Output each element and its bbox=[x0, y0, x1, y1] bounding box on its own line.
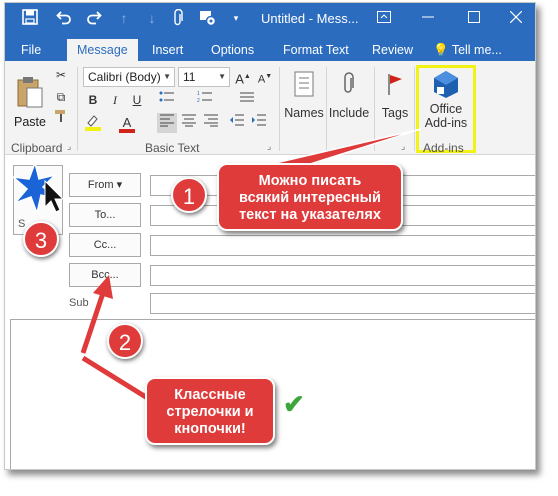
clipboard-group-label: Clipboard bbox=[11, 141, 63, 155]
attach-icon[interactable] bbox=[169, 8, 187, 27]
number-badge-3: 3 bbox=[23, 221, 59, 257]
bold-button[interactable]: B bbox=[83, 90, 103, 110]
bcc-field[interactable] bbox=[150, 265, 535, 286]
save-icon[interactable] bbox=[21, 9, 39, 27]
underline-button[interactable]: U bbox=[127, 90, 147, 110]
subject-label: Sub bbox=[69, 297, 89, 309]
tab-insert[interactable]: Insert bbox=[152, 39, 183, 61]
cc-field[interactable] bbox=[150, 235, 535, 256]
basic-text-launcher-icon[interactable]: ⌟ bbox=[267, 141, 271, 152]
tab-format-text[interactable]: Format Text bbox=[283, 39, 349, 61]
chevron-down-icon: ▼ bbox=[163, 72, 171, 81]
tab-review[interactable]: Review bbox=[372, 39, 413, 61]
svg-text:1: 1 bbox=[197, 91, 200, 97]
redo-icon[interactable] bbox=[85, 9, 103, 27]
up-arrow-icon[interactable]: ↑ bbox=[115, 9, 133, 27]
numbering-icon[interactable]: 12 bbox=[195, 90, 215, 110]
highlight-icon[interactable] bbox=[83, 113, 103, 133]
bullets-icon[interactable] bbox=[157, 90, 177, 110]
office-addins-icon bbox=[431, 69, 461, 102]
tags-button[interactable]: Tags bbox=[377, 67, 413, 123]
outlook-message-window: ↑ ↓ ▾ Untitled - Mess... File Message In… bbox=[4, 2, 536, 470]
chevron-down-icon: ▼ bbox=[218, 72, 226, 81]
lightbulb-icon: 💡 bbox=[433, 43, 449, 57]
grow-font-icon[interactable]: A▲ bbox=[233, 67, 253, 87]
from-button[interactable]: From ▾ bbox=[69, 173, 141, 197]
number-badge-1: 1 bbox=[171, 177, 207, 213]
addins-group-label: Add-ins bbox=[423, 141, 464, 155]
customize-quick-access-icon[interactable]: ▾ bbox=[227, 9, 245, 27]
callout-top: Можно писать всякий интересный текст на … bbox=[217, 163, 403, 231]
align-right-icon[interactable] bbox=[201, 113, 221, 133]
minimize-icon[interactable] bbox=[415, 7, 441, 29]
green-check-icon: ✔ bbox=[283, 389, 305, 419]
separator bbox=[374, 67, 375, 151]
clipboard-launcher-icon[interactable]: ⌟ bbox=[67, 141, 71, 152]
separator bbox=[279, 67, 280, 151]
cc-button[interactable]: Cc... bbox=[69, 233, 141, 257]
shrink-font-icon[interactable]: A▼ bbox=[255, 67, 275, 87]
callout-bottom: Классные стрелочки и кнопочки! bbox=[145, 377, 275, 445]
paperclip-icon bbox=[338, 71, 360, 100]
tags-launcher-icon[interactable]: ⌟ bbox=[401, 141, 405, 152]
clear-formatting-icon[interactable] bbox=[237, 90, 257, 110]
subject-field[interactable] bbox=[150, 293, 535, 314]
tab-message[interactable]: Message bbox=[67, 39, 138, 61]
copy-icon[interactable]: ⧉ bbox=[51, 87, 71, 107]
clipboard-icon bbox=[15, 76, 45, 113]
names-button[interactable]: Names bbox=[284, 67, 324, 123]
svg-text:2: 2 bbox=[197, 98, 200, 104]
title-bar: ↑ ↓ ▾ Untitled - Mess... bbox=[5, 3, 535, 35]
bcc-button[interactable]: Bcc... bbox=[69, 263, 141, 287]
separator bbox=[414, 67, 415, 151]
italic-button[interactable]: I bbox=[105, 90, 125, 110]
addin-icon[interactable] bbox=[199, 9, 217, 27]
address-book-icon bbox=[293, 71, 315, 100]
separator bbox=[77, 67, 78, 151]
tab-options[interactable]: Options bbox=[211, 39, 254, 61]
font-size-select[interactable]: 11 ▼ bbox=[178, 67, 230, 87]
ribbon-tabs: File Message Insert Options Format Text … bbox=[5, 35, 535, 61]
paste-button[interactable]: Paste bbox=[11, 67, 49, 137]
tab-file[interactable]: File bbox=[21, 39, 41, 61]
font-color-button[interactable]: A bbox=[117, 113, 137, 133]
increase-indent-icon[interactable] bbox=[249, 113, 269, 133]
include-button[interactable]: Include bbox=[327, 67, 371, 123]
maximize-icon[interactable] bbox=[461, 7, 487, 29]
undo-icon[interactable] bbox=[55, 9, 73, 27]
tell-me-box[interactable]: 💡 Tell me... bbox=[433, 39, 502, 61]
to-button[interactable]: To... bbox=[69, 203, 141, 227]
font-name-select[interactable]: Calibri (Body) ▼ bbox=[83, 67, 175, 87]
decrease-indent-icon[interactable] bbox=[227, 113, 247, 133]
cut-icon[interactable]: ✂ bbox=[51, 65, 71, 85]
font-color-swatch bbox=[119, 129, 135, 133]
flag-icon bbox=[384, 71, 406, 100]
align-left-icon[interactable] bbox=[157, 113, 177, 133]
number-badge-2: 2 bbox=[107, 323, 143, 359]
basic-text-group-label: Basic Text bbox=[145, 141, 200, 155]
format-painter-icon[interactable] bbox=[51, 109, 71, 129]
close-icon[interactable] bbox=[503, 7, 529, 29]
office-addins-button[interactable]: Office Add-ins bbox=[419, 67, 473, 131]
down-arrow-icon[interactable]: ↓ bbox=[143, 9, 161, 27]
ribbon: Paste ✂ ⧉ Clipboard ⌟ Calibri (Body) ▼ 11… bbox=[5, 61, 535, 155]
align-center-icon[interactable] bbox=[179, 113, 199, 133]
ribbon-display-icon[interactable] bbox=[371, 7, 397, 29]
window-title: Untitled - Mess... bbox=[261, 11, 359, 26]
